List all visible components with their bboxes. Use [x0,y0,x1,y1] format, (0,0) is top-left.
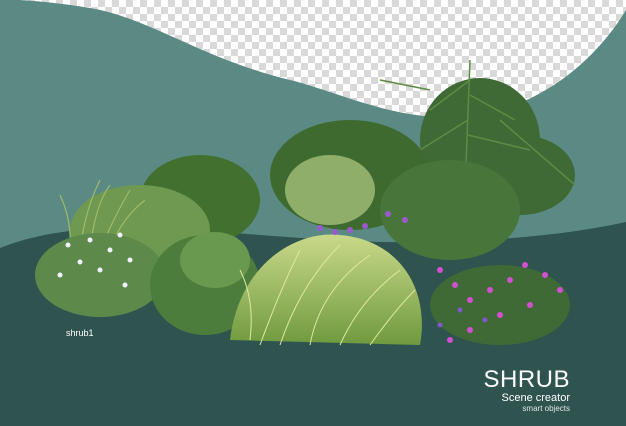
brand-block: SHRUB Scene creator smart objects [483,368,570,414]
scene-illustration [0,0,626,426]
brand-tagline: smart objects [522,404,570,413]
object-label: shrub1 [66,328,94,338]
scene-canvas: shrub1 SHRUB Scene creator smart objects [0,0,626,426]
brand-subtitle: Scene creator [501,392,570,404]
brand-title: SHRUB [483,366,570,393]
